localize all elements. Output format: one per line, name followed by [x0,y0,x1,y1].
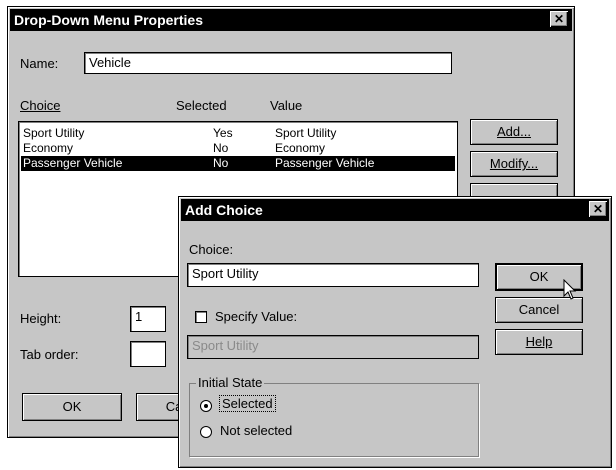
dialog-title: Drop-Down Menu Properties [10,9,572,31]
help-button-label: Help [525,334,553,349]
radio-dot [204,404,208,408]
close-icon[interactable]: ✕ [589,201,607,217]
row-selected: No [213,156,229,170]
row-choice: Economy [23,141,74,155]
selected-column-header: Selected [176,98,227,113]
ok-button[interactable]: OK [22,393,122,421]
modify-button-label: Modify... [489,156,539,171]
not-selected-radio-label: Not selected [220,423,293,438]
choice-input[interactable]: Sport Utility [187,263,479,287]
add-choice-title: Add Choice [181,199,609,221]
add-button-label: Add... [497,124,531,139]
height-label: Height: [20,311,62,326]
specify-value-checkbox[interactable] [195,311,207,323]
mouse-cursor-icon [563,279,577,300]
row-value: Passenger Vehicle [275,156,375,170]
row-value: Economy [275,141,326,155]
list-row[interactable]: Sport Utility Yes Sport Utility [21,126,455,141]
row-value: Sport Utility [275,126,337,140]
row-selected: No [213,141,229,155]
modify-button[interactable]: Modify... [470,151,558,177]
not-selected-radio[interactable] [200,426,212,438]
initial-state-group: Initial State Selected Not selected [189,375,479,457]
row-choice: Passenger Vehicle [23,156,123,170]
list-row[interactable]: Economy No Economy [21,141,455,156]
list-row-selected[interactable]: Passenger Vehicle No Passenger Vehicle [21,156,455,171]
selected-radio[interactable] [200,400,212,412]
value-column-header: Value [270,98,303,113]
tab-order-label: Tab order: [20,347,79,362]
row-choice: Sport Utility [23,126,85,140]
specify-value-label: Specify Value: [215,309,298,324]
choice-label: Choice: [189,242,234,257]
selected-radio-label: Selected [219,395,276,412]
add-choice-dialog: Add Choice ✕ Choice: Sport Utility Speci… [178,196,612,468]
help-button[interactable]: Help [495,329,583,355]
choice-column-header: Choice [20,98,61,113]
initial-state-label: Initial State [196,375,265,390]
close-icon[interactable]: ✕ [550,11,568,27]
value-input: Sport Utility [187,335,479,359]
height-input[interactable]: 1 [130,306,166,332]
tab-order-input[interactable] [130,341,166,367]
row-selected: Yes [213,126,233,140]
name-label: Name: [20,56,59,71]
add-button[interactable]: Add... [470,119,558,145]
name-input[interactable]: Vehicle [84,52,452,74]
